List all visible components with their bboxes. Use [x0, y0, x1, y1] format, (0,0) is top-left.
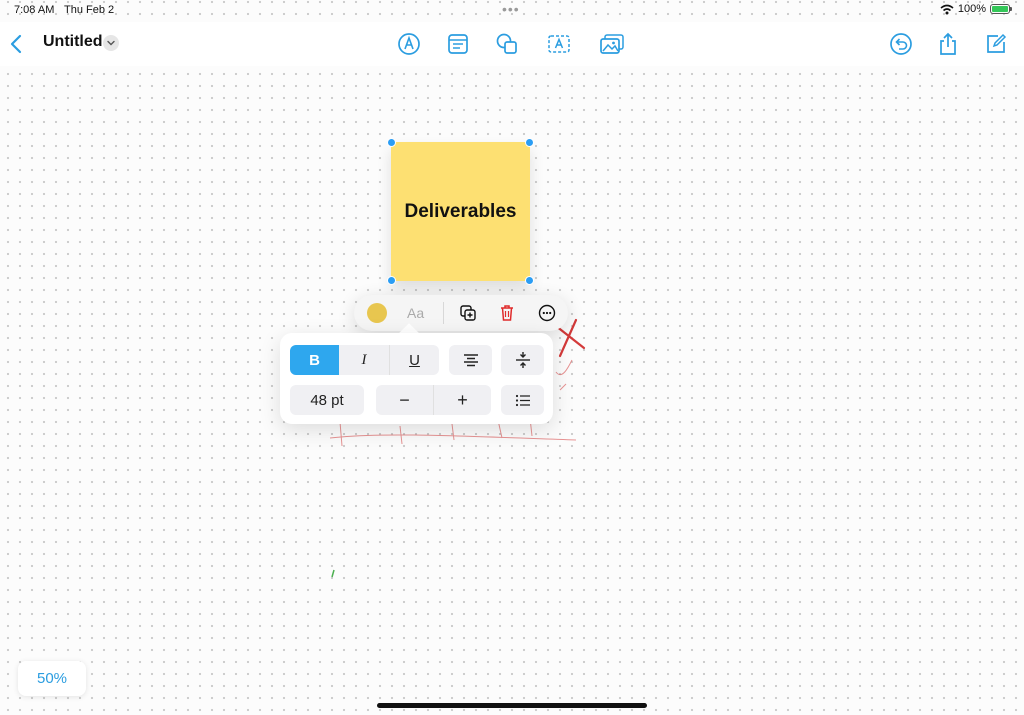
battery-percent: 100%	[957, 3, 986, 15]
font-size-field[interactable]: 48 pt	[290, 385, 364, 415]
document-title[interactable]: Untitled	[43, 33, 103, 51]
text-insert-icon[interactable]	[546, 31, 572, 57]
duplicate-icon[interactable]	[458, 303, 478, 323]
status-indicators: 100%	[940, 3, 1012, 15]
back-chevron-icon[interactable]	[4, 31, 30, 57]
vertical-align-button[interactable]	[501, 345, 544, 375]
text-align-button[interactable]	[449, 345, 492, 375]
list-button[interactable]	[501, 385, 544, 415]
object-context-menu: Aa	[354, 295, 568, 331]
resize-handle-top-right[interactable]	[525, 138, 534, 147]
media-icon[interactable]	[599, 31, 625, 57]
sticky-note-text[interactable]: Deliverables	[405, 201, 517, 223]
align-center-icon	[463, 354, 478, 367]
status-bar: 7:08 AM Thu Feb 2 ••• 100%	[0, 0, 1024, 22]
share-icon[interactable]	[935, 31, 961, 57]
shapes-icon[interactable]	[494, 31, 520, 57]
zoom-level-button[interactable]: 50%	[18, 661, 86, 696]
home-indicator[interactable]	[377, 703, 647, 708]
compose-icon[interactable]	[983, 31, 1009, 57]
bold-button[interactable]: B	[290, 345, 339, 375]
more-options-icon[interactable]	[537, 303, 557, 323]
battery-icon	[990, 4, 1012, 14]
increase-font-size-button[interactable]: +	[434, 385, 491, 415]
decrease-font-size-button[interactable]: −	[376, 385, 433, 415]
text-format-panel: B I U 48 pt − +	[280, 333, 553, 424]
trash-icon[interactable]	[497, 303, 517, 323]
color-swatch-button[interactable]	[367, 303, 387, 323]
vertical-align-center-icon	[515, 352, 530, 368]
title-menu-chevron-icon[interactable]	[103, 35, 119, 51]
status-date: Thu Feb 2	[64, 4, 115, 16]
font-style-button[interactable]: Aa	[407, 305, 424, 321]
status-time: 7:08 AM	[14, 4, 55, 16]
menu-divider	[443, 302, 444, 324]
sticky-note[interactable]: Deliverables	[391, 142, 530, 281]
bulleted-list-icon	[515, 394, 530, 406]
pen-tool-icon[interactable]	[396, 31, 422, 57]
text-box-icon[interactable]	[445, 31, 471, 57]
toolbar: Untitled	[0, 22, 1024, 66]
undo-icon[interactable]	[888, 31, 914, 57]
resize-handle-bottom-left[interactable]	[387, 276, 396, 285]
multitasking-dots-icon[interactable]: •••	[502, 1, 520, 17]
resize-handle-bottom-right[interactable]	[525, 276, 534, 285]
resize-handle-top-left[interactable]	[387, 138, 396, 147]
underline-button[interactable]: U	[390, 345, 439, 375]
wifi-icon	[940, 4, 954, 14]
italic-button[interactable]: I	[339, 345, 389, 375]
